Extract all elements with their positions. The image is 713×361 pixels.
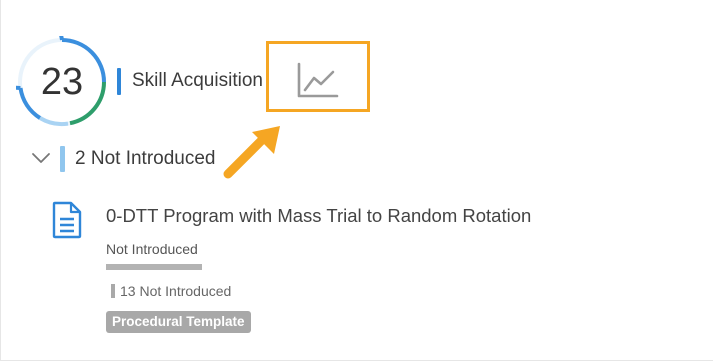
chevron-down-icon[interactable] bbox=[31, 150, 51, 166]
status-progress-fill bbox=[106, 264, 202, 270]
section-accent-bar bbox=[117, 68, 121, 95]
status-progress-bar bbox=[106, 264, 202, 270]
program-title[interactable]: 0-DTT Program with Mass Trial to Random … bbox=[106, 205, 531, 227]
line-chart-icon[interactable] bbox=[297, 62, 339, 98]
status-count-text: 13 Not Introduced bbox=[120, 283, 232, 299]
status-label: Not Introduced bbox=[106, 241, 198, 257]
pointer-arrow-icon bbox=[223, 126, 280, 179]
count-indicator-bar bbox=[111, 284, 115, 298]
section-title: Skill Acquisition bbox=[132, 70, 263, 91]
group-accent-bar bbox=[60, 146, 65, 172]
template-badge: Procedural Template bbox=[106, 311, 251, 333]
frame-left-border bbox=[0, 0, 1, 361]
total-count: 23 bbox=[40, 60, 84, 103]
group-title[interactable]: 2 Not Introduced bbox=[75, 148, 215, 170]
document-icon bbox=[52, 201, 82, 239]
